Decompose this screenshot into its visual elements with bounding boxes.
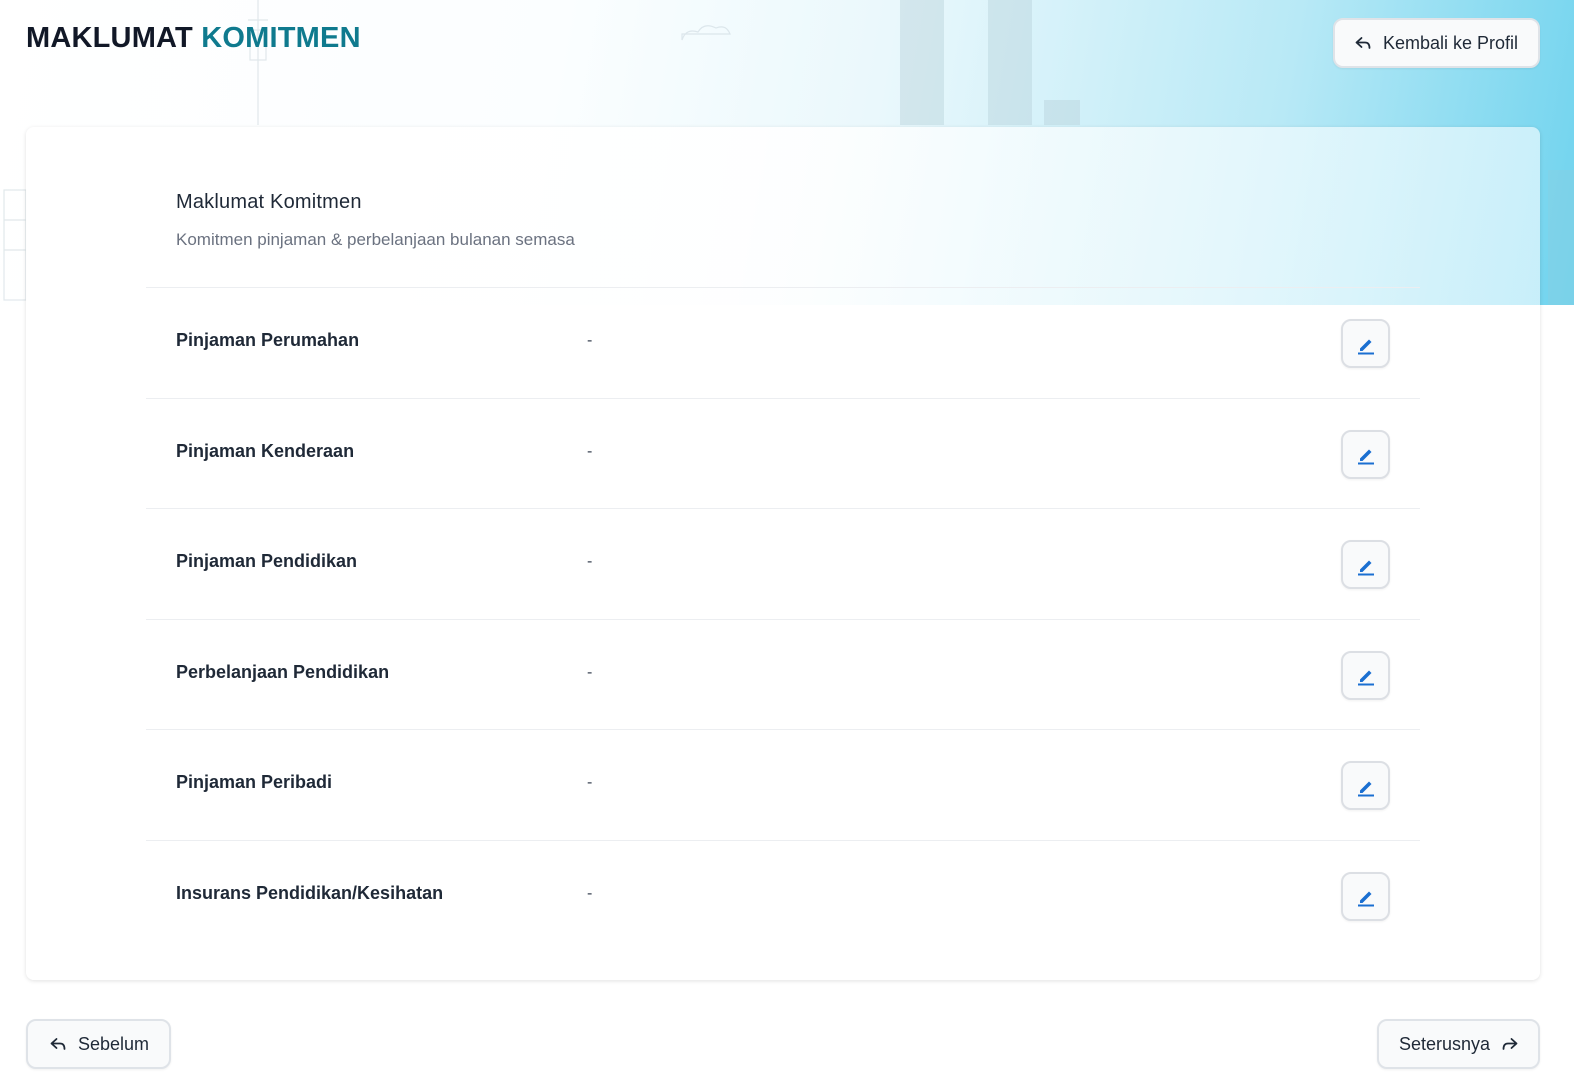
edit-button[interactable] — [1341, 319, 1390, 368]
row-label: Pinjaman Kenderaan — [176, 440, 355, 461]
commitment-list: Pinjaman Perumahan - Pinjaman Kenderaan … — [146, 287, 1420, 952]
section-title: Maklumat Komitmen — [176, 191, 362, 213]
forward-arrow-icon — [1502, 1036, 1518, 1052]
edit-button[interactable] — [1341, 761, 1390, 811]
row-label: Perbelanjaan Pendidikan — [176, 661, 390, 682]
row-value: - — [587, 663, 593, 681]
page-header: MAKLUMAT KOMITMEN Kembali ke Profil — [26, 18, 1540, 68]
pencil-icon — [1357, 449, 1374, 465]
row-label: Pinjaman Pendidikan — [176, 551, 358, 572]
commitment-row-pinjaman-peribadi: Pinjaman Peribadi - — [146, 730, 1420, 841]
row-value: - — [587, 332, 593, 349]
row-label: Insurans Pendidikan/Kesihatan — [176, 882, 444, 903]
previous-label: Sebelum — [78, 1033, 150, 1054]
edit-button[interactable] — [1341, 429, 1390, 479]
edit-button[interactable] — [1341, 871, 1390, 921]
back-to-profile-label: Kembali ke Profil — [1382, 32, 1518, 53]
pencil-icon — [1357, 560, 1374, 576]
pencil-icon — [1357, 891, 1374, 907]
page-title-part1: MAKLUMAT — [26, 22, 193, 54]
pencil-icon — [1357, 670, 1374, 686]
row-value: - — [587, 774, 593, 792]
row-label: Pinjaman Peribadi — [176, 772, 333, 793]
pencil-icon — [1357, 781, 1374, 797]
commitment-row-insurans: Insurans Pendidikan/Kesihatan - — [146, 841, 1420, 952]
commitment-row-perbelanjaan-pendidikan: Perbelanjaan Pendidikan - — [146, 620, 1420, 731]
row-label: Pinjaman Perumahan — [176, 330, 360, 350]
commitment-row-pinjaman-kenderaan: Pinjaman Kenderaan - — [146, 399, 1420, 510]
footer-right: Seterusnya — [1376, 1019, 1540, 1069]
footer-left: Sebelum — [26, 1019, 172, 1069]
row-value: - — [587, 884, 593, 902]
row-value: - — [587, 442, 593, 460]
commitment-row-pinjaman-pendidikan: Pinjaman Pendidikan - — [146, 509, 1420, 620]
back-to-profile-button[interactable]: Kembali ke Profil — [1332, 18, 1540, 68]
page: MAKLUMAT KOMITMEN Kembali ke Profil Makl… — [0, 0, 1574, 1092]
row-value: - — [587, 553, 593, 571]
commitment-row-pinjaman-perumahan: Pinjaman Perumahan - — [146, 288, 1420, 399]
previous-button[interactable]: Sebelum — [26, 1019, 172, 1069]
next-label: Seterusnya — [1398, 1033, 1490, 1054]
page-title: MAKLUMAT KOMITMEN — [26, 18, 361, 58]
pencil-icon — [1357, 339, 1374, 354]
edit-button[interactable] — [1341, 650, 1390, 700]
edit-button[interactable] — [1341, 540, 1390, 590]
card-content: Maklumat Komitmen Komitmen pinjaman & pe… — [146, 127, 1420, 952]
section-subtitle: Komitmen pinjaman & perbelanjaan bulanan… — [176, 230, 575, 249]
next-button[interactable]: Seterusnya — [1376, 1019, 1540, 1069]
reply-arrow-icon — [50, 1036, 66, 1052]
reply-arrow-icon — [1355, 35, 1371, 51]
page-title-part2: KOMITMEN — [201, 22, 361, 54]
commitment-card: Maklumat Komitmen Komitmen pinjaman & pe… — [26, 127, 1540, 980]
section-header: Maklumat Komitmen Komitmen pinjaman & pe… — [146, 127, 1420, 287]
